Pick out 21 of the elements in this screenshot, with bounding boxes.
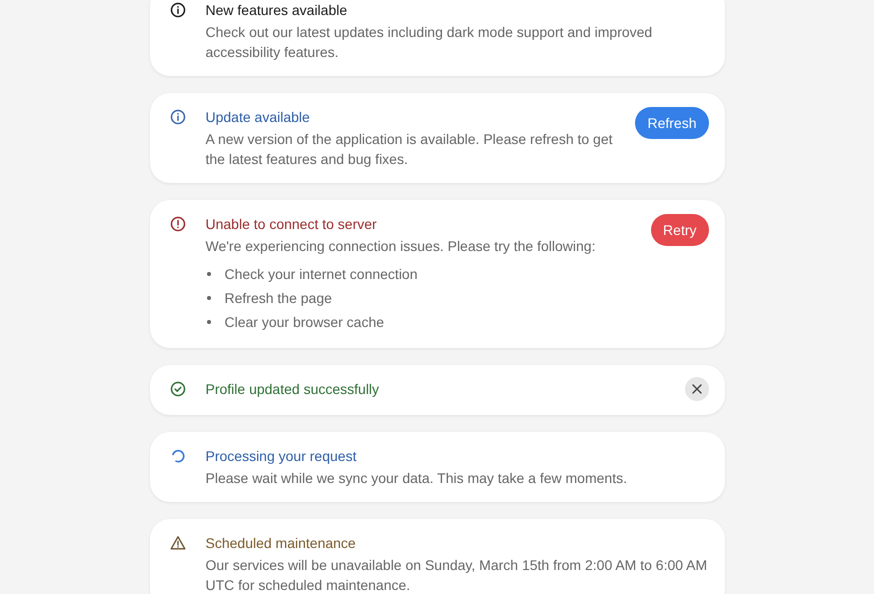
bullet-icon <box>206 296 210 300</box>
list-item: Clear your browser cache <box>224 313 384 332</box>
list-item: Check your internet connection <box>224 265 418 284</box>
notice-title: Processing your request <box>206 447 358 466</box>
notice-title: Scheduled maintenance <box>206 534 357 553</box>
bullet-icon <box>206 272 210 276</box>
bullet-icon <box>206 320 210 324</box>
notice-title: Profile updated successfully <box>206 380 380 399</box>
close-icon <box>690 383 702 395</box>
notice-message: Check out our latest updates including dark mode support and improved accessibility features. <box>206 23 654 62</box>
notice-message: A new version of the application is available. Please refresh to get the latest features and bug fixes. <box>206 130 614 169</box>
notice-title: Update available <box>206 108 311 127</box>
action-button[interactable]: Retry <box>651 214 708 246</box>
list-item: Refresh the page <box>224 289 332 308</box>
notice-title: New features available <box>206 1 348 20</box>
notice-message: Our services will be unavailable on Sunday, March 15th from 2:00 AM to 6:00 AM UTC for scheduled maintenance. <box>206 556 708 594</box>
notice-message: Please wait while we sync your data. This may take a few moments. <box>206 469 628 488</box>
notice-message: We're experiencing connection issues. Please try the following: <box>206 237 596 256</box>
close-button[interactable] <box>684 377 708 401</box>
notice-title: Unable to connect to server <box>206 215 378 234</box>
action-button[interactable]: Refresh <box>635 107 708 139</box>
